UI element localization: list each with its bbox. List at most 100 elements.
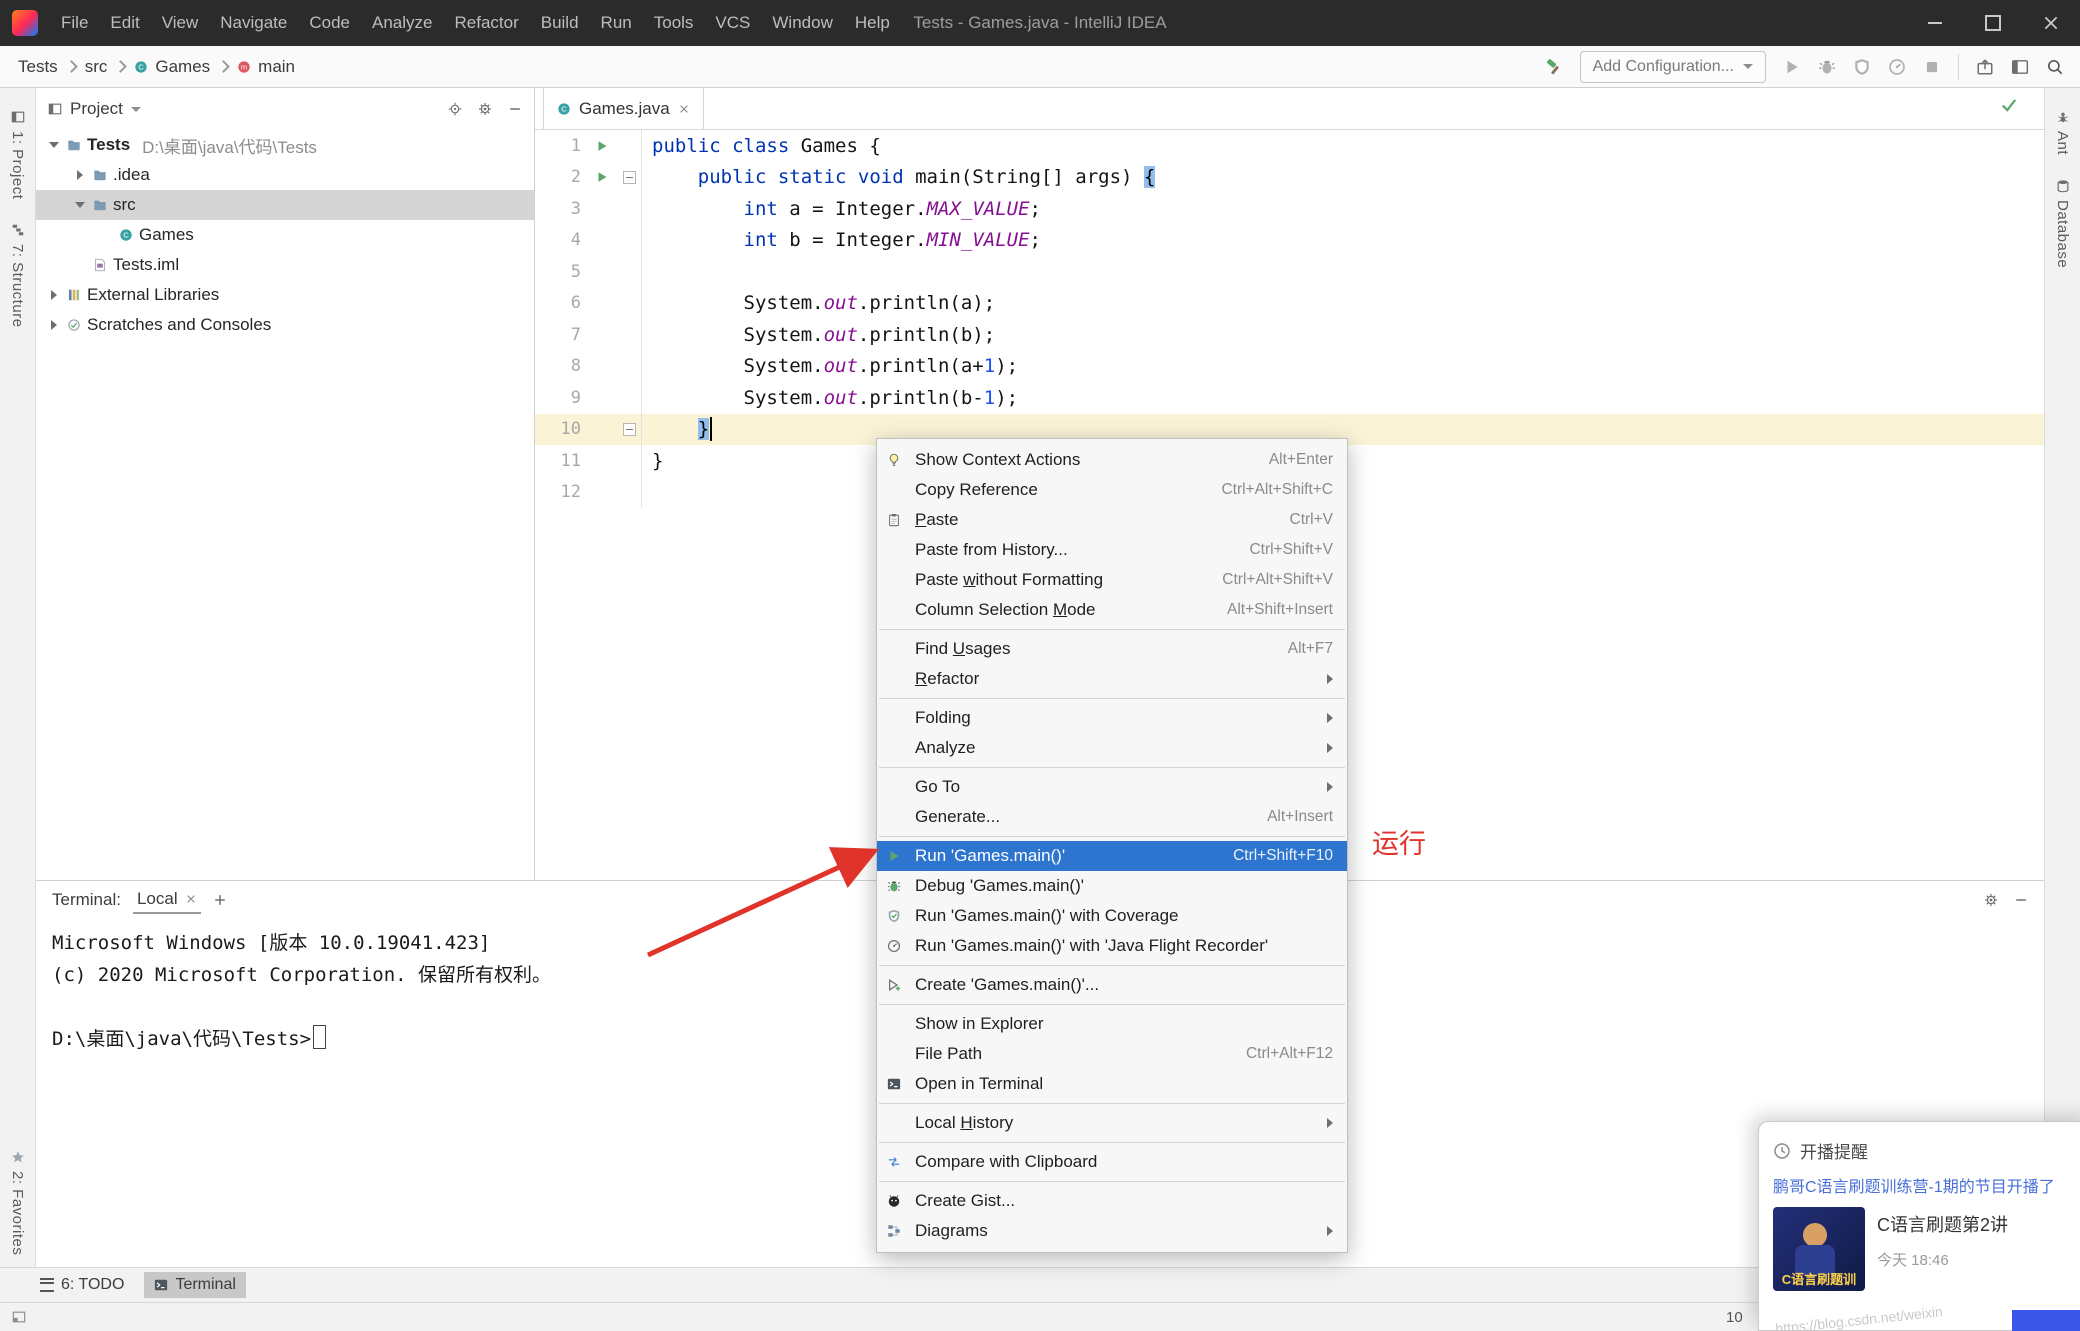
menu-item-refactor[interactable]: Refactor (877, 664, 1347, 694)
breadcrumb-main[interactable]: main (258, 57, 295, 77)
fold-marker-icon[interactable] (622, 422, 636, 436)
todo-tool-button[interactable]: 6: TODO (30, 1272, 134, 1298)
menu-item-copy-reference[interactable]: Copy Reference Ctrl+Alt+Shift+C (877, 475, 1347, 505)
add-configuration-button[interactable]: Add Configuration... (1579, 50, 1766, 83)
code-line-7[interactable]: 7 System.out.println(b); (535, 319, 2044, 351)
hide-panel-icon[interactable] (2014, 893, 2028, 907)
tree-toggle-icon[interactable] (46, 290, 61, 300)
run-gutter-icon[interactable] (595, 139, 609, 153)
build-hammer-icon[interactable] (1545, 58, 1563, 76)
code-line-8[interactable]: 8 System.out.println(a+1); (535, 350, 2044, 382)
menu-analyze[interactable]: Analyze (361, 0, 443, 46)
tool-stripe-ant[interactable]: Ant (2054, 110, 2071, 155)
code-line-2[interactable]: 2 public static void main(String[] args)… (535, 161, 2044, 193)
code-line-9[interactable]: 9 System.out.println(b-1); (535, 382, 2044, 414)
new-terminal-tab-icon[interactable] (213, 893, 227, 907)
notification-link[interactable]: 鹏哥C语言刷题训练营-1期的节目开播了 (1773, 1173, 2079, 1197)
stop-button-icon[interactable] (1923, 58, 1941, 76)
code-line-5[interactable]: 5 (535, 256, 2044, 288)
breadcrumb-src[interactable]: src (85, 57, 108, 77)
breadcrumb-tests[interactable]: Tests (18, 57, 58, 77)
tree-item-idea[interactable]: .idea (36, 160, 534, 190)
code-line-1[interactable]: 1 public class Games { (535, 130, 2044, 162)
menu-item-paste-without-formatting[interactable]: Paste without Formatting Ctrl+Alt+Shift+V (877, 565, 1347, 595)
close-button[interactable] (2022, 0, 2080, 46)
menu-item-analyze[interactable]: Analyze (877, 733, 1347, 763)
tree-item-scratches-and-consoles[interactable]: Scratches and Consoles (36, 310, 534, 340)
menu-item-compare-with-clipboard[interactable]: Compare with Clipboard (877, 1147, 1347, 1177)
gear-icon[interactable] (1984, 893, 1998, 907)
terminal-tool-button[interactable]: Terminal (144, 1272, 246, 1298)
tool-window-toggle-icon[interactable] (12, 1310, 26, 1324)
tree-item-external-libraries[interactable]: External Libraries (36, 280, 534, 310)
code-line-3[interactable]: 3 int a = Integer.MAX_VALUE; (535, 193, 2044, 225)
menu-item-file-path[interactable]: File Path Ctrl+Alt+F12 (877, 1039, 1347, 1069)
layout-icon[interactable] (2011, 58, 2029, 76)
video-title[interactable]: C语言刷题第2讲 (1877, 1211, 2008, 1237)
tree-item-games[interactable]: C Games (36, 220, 534, 250)
menu-item-paste-from-history[interactable]: Paste from History... Ctrl+Shift+V (877, 535, 1347, 565)
menu-item-open-in-terminal[interactable]: Open in Terminal (877, 1069, 1347, 1099)
run-gutter-icon[interactable] (595, 170, 609, 184)
menu-item-find-usages[interactable]: Find Usages Alt+F7 (877, 634, 1347, 664)
tree-item-tests-iml[interactable]: Tests.iml (36, 250, 534, 280)
hide-panel-icon[interactable] (508, 102, 522, 116)
tool-stripe-7-structure[interactable]: 7: Structure (9, 223, 26, 328)
menu-navigate[interactable]: Navigate (209, 0, 298, 46)
debug-button-icon[interactable] (1818, 58, 1836, 76)
run-button-icon[interactable] (1783, 58, 1801, 76)
menu-vcs[interactable]: VCS (704, 0, 761, 46)
code-line-4[interactable]: 4 int b = Integer.MIN_VALUE; (535, 224, 2044, 256)
tool-stripe-1-project[interactable]: 1: Project (9, 110, 26, 199)
menu-item-create-gist[interactable]: Create Gist... (877, 1186, 1347, 1216)
menu-run[interactable]: Run (590, 0, 643, 46)
menu-build[interactable]: Build (530, 0, 590, 46)
minimize-button[interactable] (1906, 0, 1964, 46)
menu-file[interactable]: File (50, 0, 99, 46)
search-everywhere-icon[interactable] (2046, 58, 2064, 76)
gear-icon[interactable] (478, 102, 492, 116)
menu-item-generate[interactable]: Generate... Alt+Insert (877, 802, 1347, 832)
editor-tab-games-java[interactable]: C Games.java (543, 88, 704, 129)
notification-video-row[interactable]: C语言刷题训 C语言刷题第2讲 今天 18:46 (1773, 1207, 2079, 1291)
tree-toggle-icon[interactable] (46, 320, 61, 330)
video-thumbnail[interactable]: C语言刷题训 (1773, 1207, 1865, 1291)
open-in-icon[interactable] (1976, 58, 1994, 76)
menu-view[interactable]: View (151, 0, 210, 46)
locate-file-icon[interactable] (448, 102, 462, 116)
menu-item-run-games-main[interactable]: Run 'Games.main()' Ctrl+Shift+F10 (877, 841, 1347, 871)
menu-refactor[interactable]: Refactor (443, 0, 529, 46)
menu-item-create-games-main[interactable]: Create 'Games.main()'... (877, 970, 1347, 1000)
menu-item-debug-games-main[interactable]: Debug 'Games.main()' (877, 871, 1347, 901)
menu-item-show-context-actions[interactable]: Show Context Actions Alt+Enter (877, 445, 1347, 475)
menu-item-run-games-main-with-java-flight-recorder[interactable]: Run 'Games.main()' with 'Java Flight Rec… (877, 931, 1347, 961)
menu-item-show-in-explorer[interactable]: Show in Explorer (877, 1009, 1347, 1039)
tree-toggle-icon[interactable] (46, 142, 61, 148)
tree-item-src[interactable]: src (36, 190, 534, 220)
menu-item-paste[interactable]: Paste Ctrl+V (877, 505, 1347, 535)
profiler-button-icon[interactable] (1888, 58, 1906, 76)
menu-tools[interactable]: Tools (643, 0, 705, 46)
tree-toggle-icon[interactable] (72, 202, 87, 208)
menu-help[interactable]: Help (844, 0, 901, 46)
tool-stripe-2-favorites[interactable]: 2: Favorites (9, 1150, 26, 1255)
fold-marker-icon[interactable] (622, 170, 636, 184)
project-view-dropdown-icon[interactable] (130, 106, 141, 112)
coverage-button-icon[interactable] (1853, 58, 1871, 76)
close-tab-icon[interactable] (185, 893, 197, 905)
terminal-tab-local[interactable]: Local (132, 886, 201, 914)
tool-stripe-database[interactable]: Database (2054, 179, 2071, 268)
menu-item-run-games-main-with-coverage[interactable]: Run 'Games.main()' with Coverage (877, 901, 1347, 931)
maximize-button[interactable] (1964, 0, 2022, 46)
tree-item-tests[interactable]: Tests D:\桌面\java\代码\Tests (36, 130, 534, 160)
code-line-6[interactable]: 6 System.out.println(a); (535, 287, 2044, 319)
notification-popup[interactable]: 开播提醒 鹏哥C语言刷题训练营-1期的节目开播了 C语言刷题训 C语言刷题第2讲… (1758, 1121, 2080, 1331)
breadcrumb-games[interactable]: Games (155, 57, 210, 77)
menu-edit[interactable]: Edit (99, 0, 150, 46)
menu-code[interactable]: Code (298, 0, 361, 46)
menu-window[interactable]: Window (761, 0, 843, 46)
menu-item-go-to[interactable]: Go To (877, 772, 1347, 802)
close-tab-icon[interactable] (678, 103, 690, 115)
menu-item-column-selection-mode[interactable]: Column Selection Mode Alt+Shift+Insert (877, 595, 1347, 625)
menu-item-diagrams[interactable]: Diagrams (877, 1216, 1347, 1246)
